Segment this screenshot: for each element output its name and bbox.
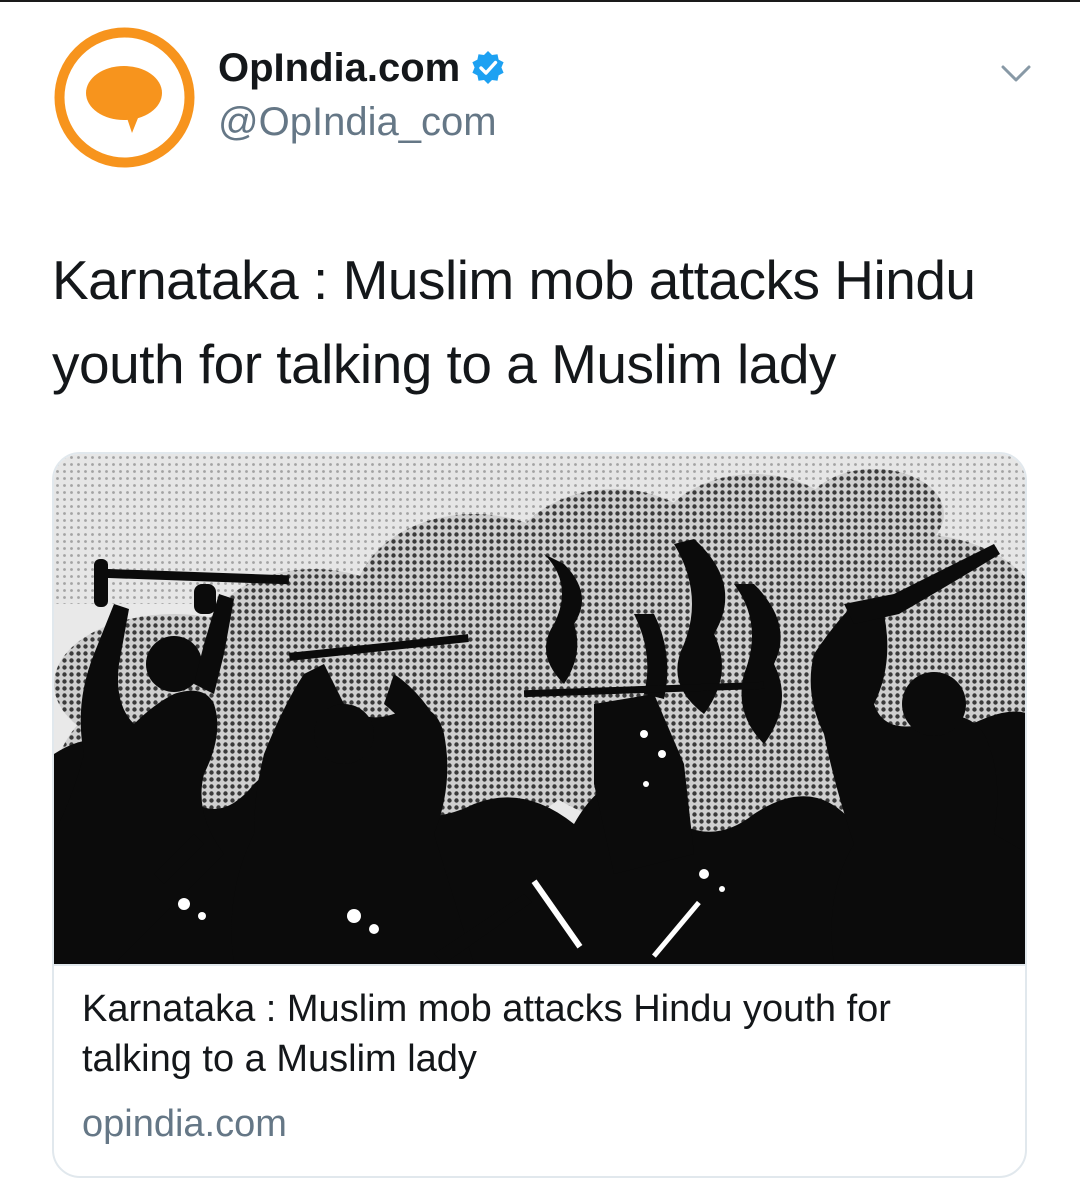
display-name-row: OpIndia.com: [218, 42, 506, 94]
mob-silhouette-illustration: [54, 454, 1025, 964]
link-card[interactable]: Karnataka : Muslim mob attacks Hindu you…: [52, 452, 1027, 1178]
card-domain[interactable]: opindia.com: [82, 1099, 287, 1149]
display-name[interactable]: OpIndia.com: [218, 42, 460, 94]
card-divider: [54, 964, 1025, 966]
top-border: [0, 0, 1080, 2]
user-block: OpIndia.com @OpIndia_com: [218, 42, 506, 148]
chevron-down-icon[interactable]: [998, 58, 1034, 88]
speech-bubble-icon: [54, 27, 195, 168]
tweet-text: Karnataka : Muslim mob attacks Hindu you…: [52, 249, 976, 395]
card-title[interactable]: Karnataka : Muslim mob attacks Hindu you…: [82, 984, 1002, 1084]
handle[interactable]: @OpIndia_com: [218, 96, 506, 148]
card-image: [54, 454, 1025, 964]
verified-badge-icon: [470, 50, 506, 86]
avatar[interactable]: [52, 25, 197, 170]
